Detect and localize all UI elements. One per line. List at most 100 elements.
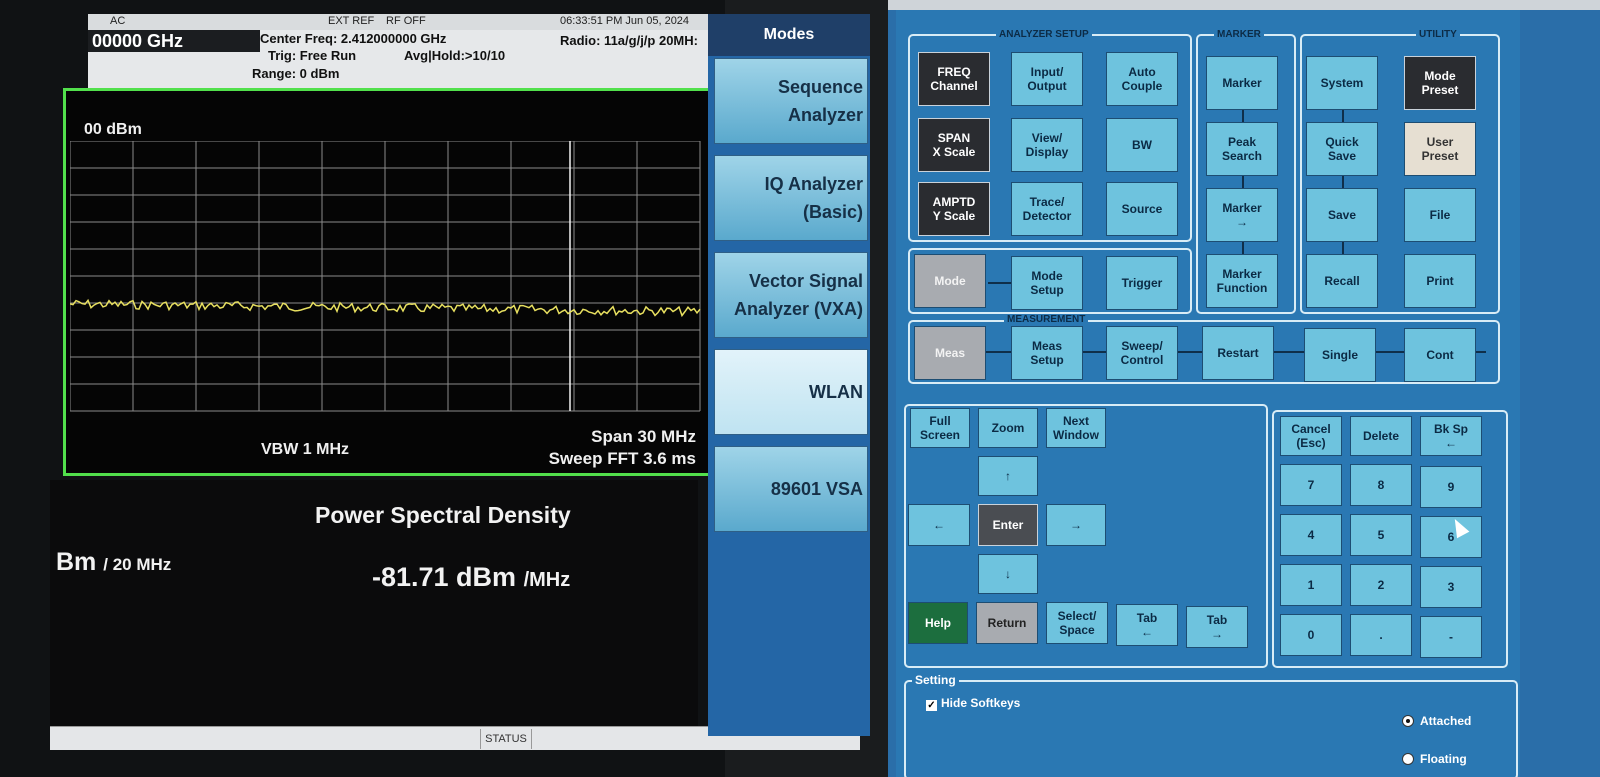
checkbox-checked-icon[interactable]: ✓: [926, 700, 937, 711]
key-decimal[interactable]: .: [1350, 614, 1412, 656]
attached-label: Attached: [1420, 714, 1472, 728]
tab-back-button[interactable]: Tab ←: [1116, 604, 1178, 646]
status-button[interactable]: STATUS: [480, 729, 532, 749]
key-2[interactable]: 2: [1350, 564, 1412, 606]
mode-button[interactable]: Mode: [914, 254, 986, 308]
result-left-unit: / 20 MHz: [103, 555, 172, 574]
enter-button[interactable]: Enter: [978, 504, 1038, 546]
key-1[interactable]: 1: [1280, 564, 1342, 606]
tab-forward-button[interactable]: Tab →: [1186, 606, 1248, 648]
datetime: 06:33:51 PM Jun 05, 2024: [560, 15, 690, 27]
radio-unselected-icon[interactable]: [1402, 753, 1414, 765]
key-5[interactable]: 5: [1350, 514, 1412, 556]
center-freq: Center Freq: 2.412000000 GHz: [260, 31, 447, 46]
up-arrow-button[interactable]: ↑: [978, 456, 1038, 496]
graticule: [70, 141, 701, 412]
range: Range: 0 dBm: [252, 66, 340, 81]
front-panel-titlebar: [888, 0, 1600, 10]
radio-selected-icon[interactable]: [1402, 715, 1414, 727]
down-arrow-button[interactable]: ↓: [978, 554, 1038, 594]
analyzer-display: AC EXT REF RF OFF 06:33:51 PM Jun 05, 20…: [0, 0, 725, 777]
mode-iq-analyzer[interactable]: IQ Analyzer (Basic): [714, 155, 868, 241]
modes-softkey-panel: Modes Sequence Analyzer IQ Analyzer (Bas…: [708, 14, 870, 736]
view-display-button[interactable]: View/ Display: [1011, 118, 1083, 172]
restart-button[interactable]: Restart: [1202, 326, 1274, 380]
ref-level: 00 dBm: [84, 121, 142, 138]
auto-couple-button[interactable]: Auto Couple: [1106, 52, 1178, 106]
single-button[interactable]: Single: [1304, 328, 1376, 382]
attached-radio[interactable]: Attached: [1402, 714, 1471, 728]
full-screen-button[interactable]: Full Screen: [910, 408, 970, 448]
key-9[interactable]: 9: [1420, 466, 1482, 508]
file-button[interactable]: File: [1404, 188, 1476, 242]
help-button[interactable]: Help: [908, 602, 968, 644]
return-button[interactable]: Return: [976, 602, 1038, 644]
hide-softkeys-checkbox[interactable]: ✓ Hide Softkeys: [926, 696, 1020, 711]
mode-sequence-analyzer[interactable]: Sequence Analyzer: [714, 58, 868, 144]
measurement-label: MEASUREMENT: [1004, 314, 1089, 325]
marker-function-button[interactable]: Marker Function: [1206, 254, 1278, 308]
key-3[interactable]: 3: [1420, 566, 1482, 608]
cont-button[interactable]: Cont: [1404, 328, 1476, 382]
mode-89601-vsa[interactable]: 89601 VSA: [714, 446, 868, 532]
zoom-button[interactable]: Zoom: [978, 408, 1038, 448]
psd-value: -81.71 dBm: [372, 562, 517, 592]
span-x-scale-button[interactable]: SPAN X Scale: [918, 118, 990, 172]
peak-search-button[interactable]: Peak Search: [1206, 122, 1278, 176]
source-button[interactable]: Source: [1106, 182, 1178, 236]
result-panel: Power Spectral Density Bm / 20 MHz -81.7…: [50, 480, 698, 726]
result-value: -81.71 dBm /MHz: [372, 562, 570, 593]
analyzer-setup-label: ANALYZER SETUP: [996, 29, 1092, 40]
radio-standard: Radio: 11a/g/j/p 20MH:: [560, 33, 698, 48]
key-minus[interactable]: -: [1420, 616, 1482, 658]
cancel-esc-button[interactable]: Cancel (Esc): [1280, 416, 1342, 456]
select-space-button[interactable]: Select/ Space: [1046, 602, 1108, 644]
sweep-control-button[interactable]: Sweep/ Control: [1106, 326, 1178, 380]
recall-button[interactable]: Recall: [1306, 254, 1378, 308]
meas-setup-button[interactable]: Meas Setup: [1011, 326, 1083, 380]
amptd-y-scale-button[interactable]: AMPTD Y Scale: [918, 182, 990, 236]
backspace-button[interactable]: Bk Sp ←: [1420, 416, 1482, 456]
psd-unit: /MHz: [523, 569, 571, 591]
key-7[interactable]: 7: [1280, 464, 1342, 506]
freq-display[interactable]: 00000 GHz: [88, 30, 260, 52]
quick-save-button[interactable]: Quick Save: [1306, 122, 1378, 176]
freq-channel-button[interactable]: FREQ Channel: [918, 52, 990, 106]
mode-preset-button[interactable]: Mode Preset: [1404, 56, 1476, 110]
front-panel-body: ANALYZER SETUP FREQ Channel Input/ Outpu…: [896, 10, 1520, 777]
key-4[interactable]: 4: [1280, 514, 1342, 556]
mode-setup-button[interactable]: Mode Setup: [1011, 256, 1083, 310]
result-left: Bm / 20 MHz: [56, 548, 171, 577]
trigger-button[interactable]: Trigger: [1106, 256, 1178, 310]
system-button[interactable]: System: [1306, 56, 1378, 110]
ext-ref-indicator: EXT REF: [328, 15, 375, 27]
input-output-button[interactable]: Input/ Output: [1011, 52, 1083, 106]
coupling-indicator: AC: [110, 15, 126, 27]
print-button[interactable]: Print: [1404, 254, 1476, 308]
spectrum-plot: 00 dBm VBW 1 MHz Span 30 MHz Sweep FFT 3…: [63, 88, 713, 476]
trace-detector-button[interactable]: Trace/ Detector: [1011, 182, 1083, 236]
mode-vector-signal-analyzer[interactable]: Vector Signal Analyzer (VXA): [714, 252, 868, 338]
marker-button[interactable]: Marker: [1206, 56, 1278, 110]
left-arrow-button[interactable]: ←: [908, 504, 970, 546]
trig-mode: Trig: Free Run: [268, 48, 357, 63]
right-arrow-button[interactable]: →: [1046, 504, 1106, 546]
user-preset-button[interactable]: User Preset: [1404, 122, 1476, 176]
avg-hold: Avg|Hold:>10/10: [404, 48, 506, 63]
key-8[interactable]: 8: [1350, 464, 1412, 506]
rf-indicator: RF OFF: [386, 15, 426, 27]
key-0[interactable]: 0: [1280, 614, 1342, 656]
meas-button[interactable]: Meas: [914, 326, 986, 380]
result-title: Power Spectral Density: [315, 502, 571, 528]
next-window-button[interactable]: Next Window: [1046, 408, 1106, 448]
modes-title: Modes: [708, 14, 870, 56]
marker-to-button[interactable]: Marker →: [1206, 188, 1278, 242]
mode-wlan[interactable]: WLAN: [714, 349, 868, 435]
span-label: Span 30 MHz: [591, 427, 696, 446]
marker-group-label: MARKER: [1214, 29, 1264, 40]
front-panel-window: ANALYZER SETUP FREQ Channel Input/ Outpu…: [888, 0, 1600, 777]
bw-button[interactable]: BW: [1106, 118, 1178, 172]
floating-radio[interactable]: Floating: [1402, 752, 1467, 766]
delete-button[interactable]: Delete: [1350, 416, 1412, 456]
save-button[interactable]: Save: [1306, 188, 1378, 242]
